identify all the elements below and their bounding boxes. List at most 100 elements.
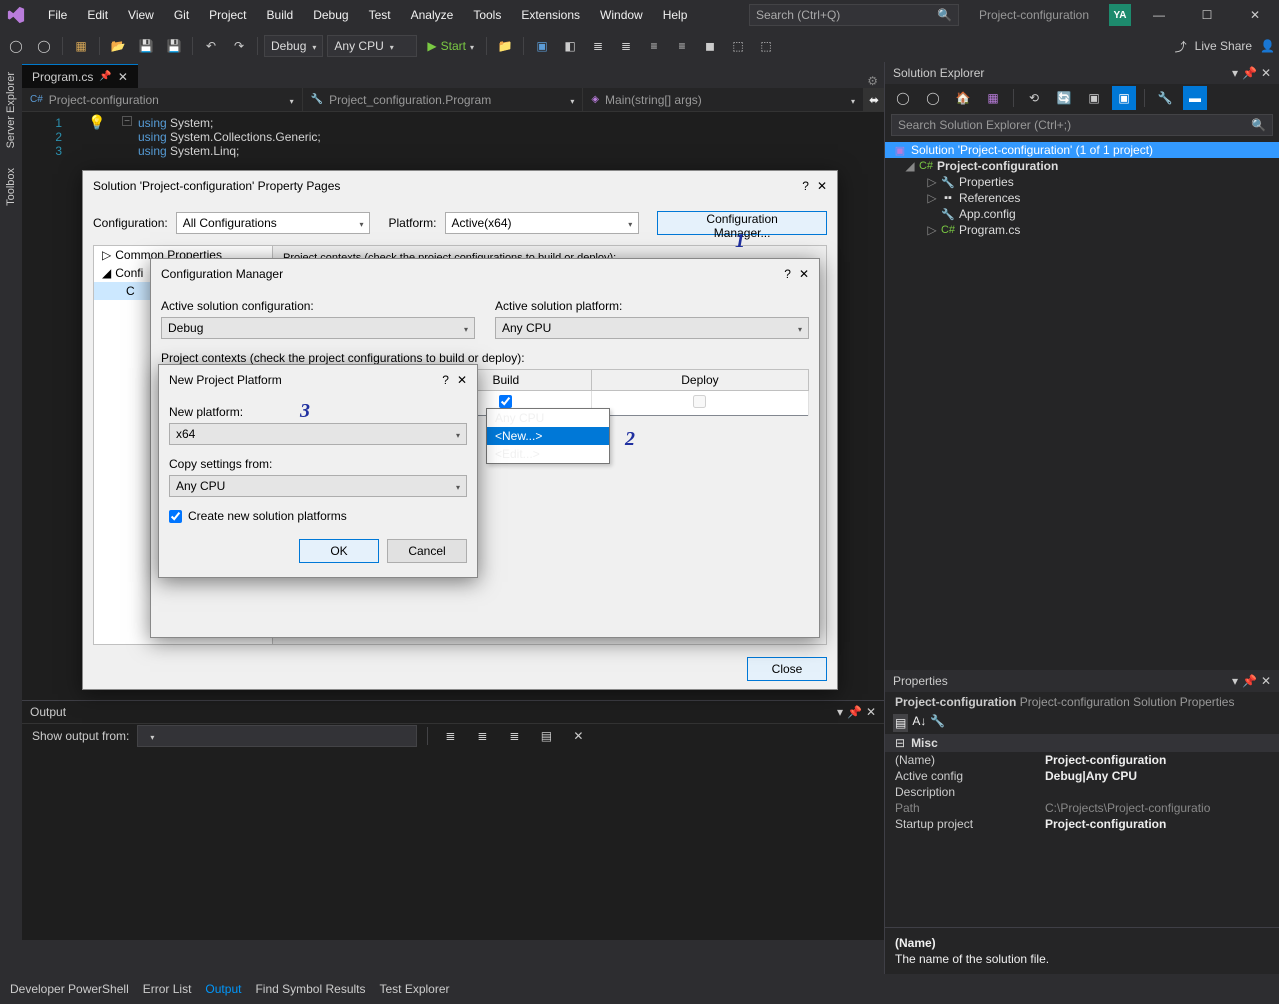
sync-icon[interactable]: ⟲ — [1022, 86, 1046, 110]
clear-icon[interactable]: ✕ — [566, 724, 590, 748]
menu-git[interactable]: Git — [164, 4, 199, 26]
help-icon[interactable]: ? — [442, 373, 449, 387]
user-badge[interactable]: YA — [1109, 4, 1131, 26]
property-row[interactable]: Description — [885, 784, 1279, 800]
option-edit[interactable]: <Edit...> — [487, 445, 609, 463]
tree-programcs-node[interactable]: ▷ C# Program.cs — [885, 222, 1279, 238]
tool-icon[interactable]: ≣ — [438, 724, 462, 748]
status-testexplorer[interactable]: Test Explorer — [380, 982, 450, 996]
status-findsymbol[interactable]: Find Symbol Results — [255, 982, 365, 996]
platform-dropdown[interactable]: Any CPU — [327, 35, 417, 57]
global-search-input[interactable]: Search (Ctrl+Q) 🔍 — [749, 4, 959, 26]
platform-dropdown[interactable]: Active(x64) — [445, 212, 640, 234]
menu-window[interactable]: Window — [590, 4, 653, 26]
tool-icon[interactable]: ◧ — [558, 34, 582, 58]
active-config-dropdown[interactable]: Debug — [161, 317, 475, 339]
pin-icon[interactable]: 📌 — [99, 71, 111, 82]
tree-appconfig-node[interactable]: 🔧 App.config — [885, 206, 1279, 222]
properties-icon[interactable]: 🔧 — [1153, 86, 1177, 110]
expand-icon[interactable]: ▷ — [927, 223, 937, 237]
redo-icon[interactable]: ↷ — [227, 34, 251, 58]
status-errorlist[interactable]: Error List — [143, 982, 192, 996]
dropdown-icon[interactable]: ▾ — [1232, 66, 1238, 80]
status-powershell[interactable]: Developer PowerShell — [10, 982, 129, 996]
tree-project-node[interactable]: ◢ C# Project-configuration — [885, 158, 1279, 174]
dropdown-icon[interactable]: ▾ — [837, 705, 843, 719]
refresh-icon[interactable]: 🔄 — [1052, 86, 1076, 110]
configuration-dropdown[interactable]: Debug — [264, 35, 323, 57]
start-button[interactable]: ▶ Start — [421, 39, 480, 53]
back-icon[interactable]: ◯ — [891, 86, 915, 110]
home-icon[interactable]: 🏠 — [951, 86, 975, 110]
help-icon[interactable]: ? — [802, 179, 809, 193]
expand-icon[interactable]: ◢ — [905, 159, 915, 173]
close-panel-icon[interactable]: ✕ — [1261, 66, 1271, 80]
nav-project-dropdown[interactable]: C# Project-configuration — [22, 88, 303, 111]
categorize-icon[interactable]: ▤ — [893, 714, 908, 732]
tool-icon[interactable]: ≡ — [670, 34, 694, 58]
property-row[interactable]: (Name)Project-configuration — [885, 752, 1279, 768]
close-tab-icon[interactable]: ✕ — [118, 70, 128, 84]
property-row[interactable]: PathC:\Projects\Project-configuratio — [885, 800, 1279, 816]
close-panel-icon[interactable]: ✕ — [866, 705, 876, 719]
nav-class-dropdown[interactable]: 🔧 Project_configuration.Program — [303, 88, 584, 111]
tool-icon[interactable]: ≣ — [586, 34, 610, 58]
tool-icon[interactable]: ⬚ — [726, 34, 750, 58]
close-icon[interactable]: ✕ — [817, 179, 827, 193]
menu-tools[interactable]: Tools — [463, 4, 511, 26]
tree-properties-node[interactable]: ▷ 🔧 Properties — [885, 174, 1279, 190]
menu-extensions[interactable]: Extensions — [511, 4, 590, 26]
solution-search-input[interactable]: Search Solution Explorer (Ctrl+;) 🔍 — [891, 114, 1273, 136]
active-platform-dropdown[interactable]: Any CPU — [495, 317, 809, 339]
pin-icon[interactable]: 📌 — [1242, 66, 1257, 80]
fwd-icon[interactable]: ◯ — [921, 86, 945, 110]
overflow-icon[interactable]: ⚙ — [861, 74, 884, 88]
wrench-icon[interactable]: 🔧 — [930, 714, 945, 732]
menu-edit[interactable]: Edit — [77, 4, 118, 26]
save-all-icon[interactable]: 💾 — [162, 34, 186, 58]
tool-icon[interactable]: ⬚ — [754, 34, 778, 58]
menu-test[interactable]: Test — [359, 4, 401, 26]
split-icon[interactable]: ⬌ — [864, 88, 884, 111]
option-new[interactable]: <New...> — [487, 427, 609, 445]
preview-icon[interactable]: ▬ — [1183, 86, 1207, 110]
tree-references-node[interactable]: ▷ ▪▪ References — [885, 190, 1279, 206]
menu-debug[interactable]: Debug — [303, 4, 358, 26]
tool-icon[interactable]: ≣ — [614, 34, 638, 58]
collapse-icon[interactable]: − — [122, 116, 132, 126]
minimize-button[interactable]: — — [1139, 1, 1179, 29]
user-icon[interactable]: 👤 — [1260, 39, 1275, 53]
close-icon[interactable]: ✕ — [457, 373, 467, 387]
col-deploy[interactable]: Deploy — [591, 370, 808, 391]
alpha-icon[interactable]: A↓ — [912, 714, 926, 732]
show-all-icon[interactable]: ▣ — [1112, 86, 1136, 110]
create-solution-platforms-checkbox[interactable] — [169, 510, 182, 523]
expand-icon[interactable]: ▷ — [102, 248, 111, 262]
close-panel-icon[interactable]: ✕ — [1261, 674, 1271, 688]
collapse-all-icon[interactable]: ▣ — [1082, 86, 1106, 110]
pin-icon[interactable]: 📌 — [1242, 674, 1257, 688]
nav-back-icon[interactable]: ◯ — [4, 34, 28, 58]
property-row[interactable]: Active configDebug|Any CPU — [885, 768, 1279, 784]
option-anycpu[interactable]: Any CPU — [487, 409, 609, 427]
build-checkbox[interactable] — [499, 395, 512, 408]
menu-build[interactable]: Build — [257, 4, 304, 26]
tool-icon[interactable]: ≡ — [642, 34, 666, 58]
help-icon[interactable]: ? — [784, 267, 791, 281]
collapse-icon[interactable]: ⊟ — [895, 736, 905, 750]
save-icon[interactable]: 💾 — [134, 34, 158, 58]
switch-view-icon[interactable]: ▦ — [981, 86, 1005, 110]
nav-fwd-icon[interactable]: ◯ — [32, 34, 56, 58]
tree-solution-node[interactable]: ▣ Solution 'Project-configuration' (1 of… — [885, 142, 1279, 158]
expand-icon[interactable]: ▷ — [927, 191, 937, 205]
cancel-button[interactable]: Cancel — [387, 539, 467, 563]
tool-icon[interactable]: ▣ — [530, 34, 554, 58]
menu-view[interactable]: View — [118, 4, 164, 26]
pin-icon[interactable]: 📌 — [847, 705, 862, 719]
dropdown-icon[interactable]: ▾ — [1232, 674, 1238, 688]
open-file-icon[interactable]: 📂 — [106, 34, 130, 58]
maximize-button[interactable]: ☐ — [1187, 1, 1227, 29]
close-window-button[interactable]: ✕ — [1235, 1, 1275, 29]
ok-button[interactable]: OK — [299, 539, 379, 563]
menu-project[interactable]: Project — [199, 4, 256, 26]
